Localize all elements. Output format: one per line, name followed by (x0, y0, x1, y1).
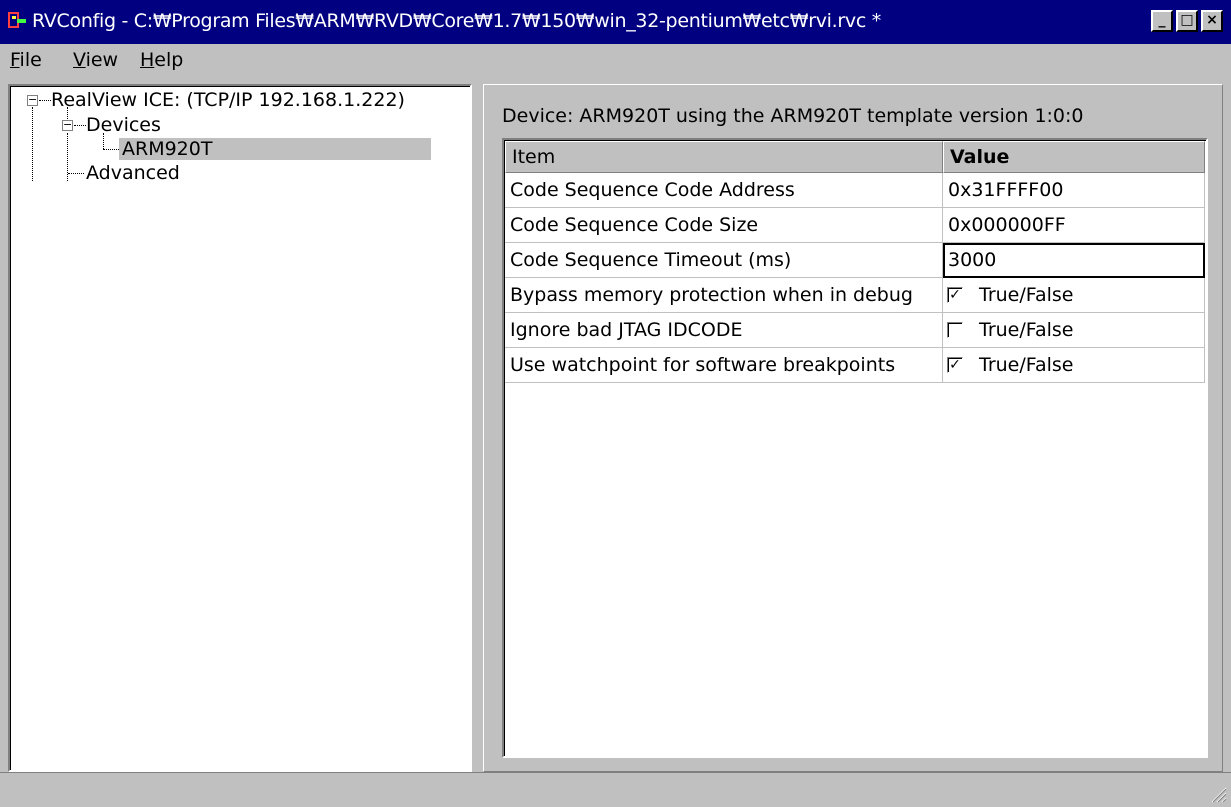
tree-node-advanced[interactable]: Advanced (86, 162, 180, 184)
close-button[interactable]: × (1201, 10, 1223, 32)
device-panel: Device: ARM920T using the ARM920T templa… (483, 84, 1223, 772)
table-row[interactable]: Code Sequence Timeout (ms) 3000 (505, 243, 1205, 278)
menu-view[interactable]: View (73, 49, 118, 71)
checkbox-label: True/False (979, 319, 1074, 341)
property-name: Code Sequence Timeout (ms) (505, 243, 943, 278)
property-name: Use watchpoint for software breakpoints (505, 348, 943, 383)
minimize-button[interactable]: _ (1151, 10, 1173, 32)
tree-pane[interactable]: − RealView ICE: (TCP/IP 192.168.1.222) −… (8, 84, 472, 772)
table-row[interactable]: Ignore bad JTAG IDCODE True/False (505, 313, 1205, 348)
checkbox-label: True/False (979, 284, 1074, 306)
timeout-input[interactable]: 3000 (943, 243, 1205, 278)
column-header-item[interactable]: Item (505, 141, 943, 173)
tree-node-devices[interactable]: Devices (86, 114, 161, 136)
menu-file[interactable]: File (10, 49, 42, 71)
property-value: ✓ True/False (943, 278, 1205, 313)
property-name: Bypass memory protection when in debug (505, 278, 943, 313)
window-title: RVConfig - C:₩Program Files₩ARM₩RVD₩Core… (32, 10, 881, 32)
ignore-jtag-checkbox[interactable] (947, 322, 963, 338)
bypass-memory-checkbox[interactable]: ✓ (947, 287, 963, 303)
maximize-icon: □ (1180, 12, 1194, 28)
minimize-icon: _ (1158, 12, 1166, 28)
maximize-button[interactable]: □ (1176, 10, 1198, 32)
title-bar: RVConfig - C:₩Program Files₩ARM₩RVD₩Core… (0, 0, 1231, 44)
checkbox-label: True/False (979, 354, 1074, 376)
property-value: ✓ True/False (943, 348, 1205, 383)
device-description: Device: ARM920T using the ARM920T templa… (502, 105, 1084, 127)
resize-grip-icon[interactable] (1209, 785, 1227, 803)
menu-bar: File View Help (0, 44, 1231, 78)
table-row[interactable]: Code Sequence Code Size 0x000000FF (505, 208, 1205, 243)
close-icon: × (1206, 12, 1218, 28)
tree-node-arm920t[interactable]: ARM920T (119, 138, 431, 160)
use-watchpoint-checkbox[interactable]: ✓ (947, 357, 963, 373)
property-value[interactable]: 0x31FFFF00 (943, 173, 1205, 208)
menu-help[interactable]: Help (140, 49, 183, 71)
collapse-devices-icon[interactable]: − (62, 119, 73, 131)
property-name: Ignore bad JTAG IDCODE (505, 313, 943, 348)
property-value: True/False (943, 313, 1205, 348)
property-name: Code Sequence Code Address (505, 173, 943, 208)
table-row[interactable]: Use watchpoint for software breakpoints … (505, 348, 1205, 383)
tree-node-realview-ice[interactable]: RealView ICE: (TCP/IP 192.168.1.222) (51, 89, 405, 111)
property-name: Code Sequence Code Size (505, 208, 943, 243)
app-icon (8, 12, 26, 28)
property-grid[interactable]: Item Value Code Sequence Code Address 0x… (502, 138, 1208, 758)
property-value[interactable]: 0x000000FF (943, 208, 1205, 243)
status-bar (0, 772, 1231, 807)
pane-splitter[interactable] (476, 84, 482, 772)
collapse-root-icon[interactable]: − (27, 94, 38, 106)
column-header-value[interactable]: Value (943, 141, 1205, 173)
table-row[interactable]: Code Sequence Code Address 0x31FFFF00 (505, 173, 1205, 208)
table-row[interactable]: Bypass memory protection when in debug ✓… (505, 278, 1205, 313)
